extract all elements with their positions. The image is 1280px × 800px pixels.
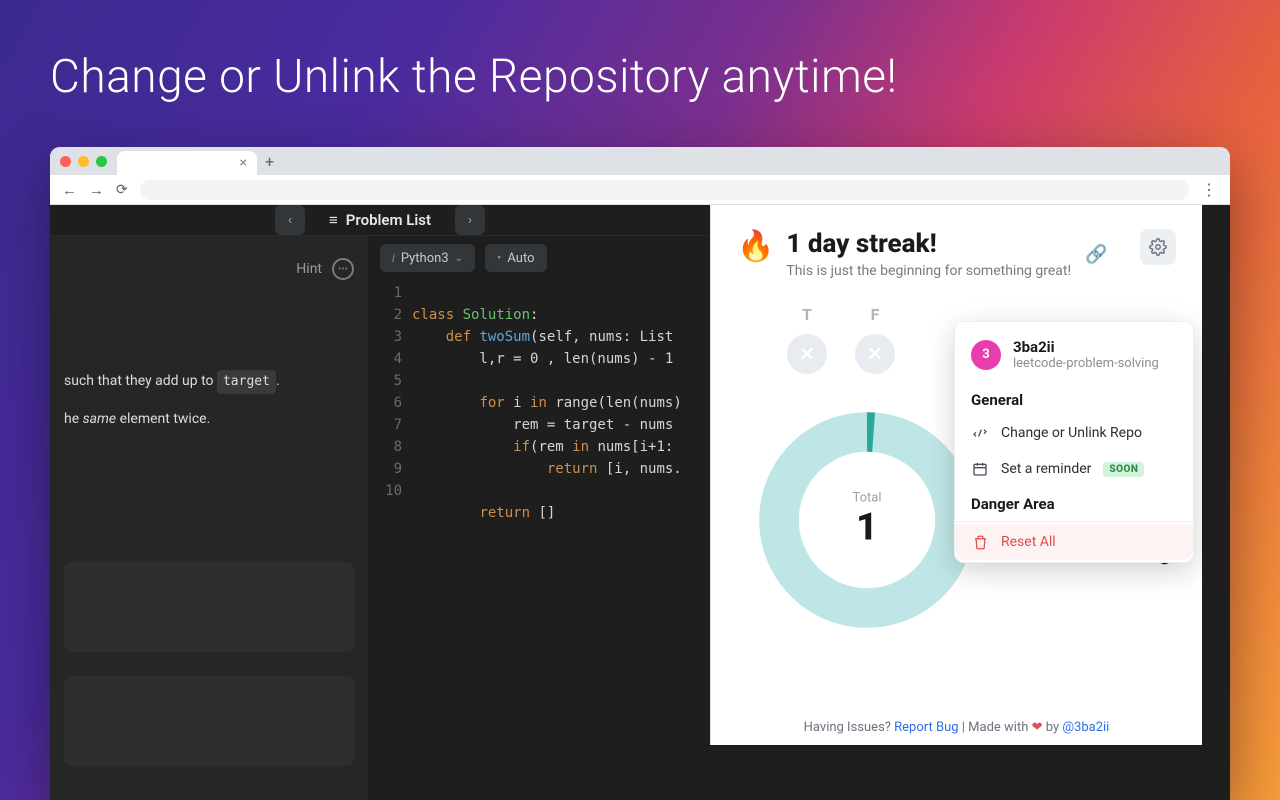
extension-panel: 🔥 1 day streak! This is just the beginni… xyxy=(710,205,1202,745)
browser-window: × + ← → ⟳ ⋮ ‹ ≡ Problem List › xyxy=(50,147,1230,800)
next-problem-button[interactable]: › xyxy=(455,205,485,235)
day-status-icon: ✕ xyxy=(855,334,895,374)
day-column: F ✕ xyxy=(855,305,895,374)
donut-value: 1 xyxy=(852,506,881,550)
chevron-down-icon: ⌄ xyxy=(455,253,463,264)
forward-button[interactable]: → xyxy=(89,181,104,199)
example-block xyxy=(64,562,354,652)
leetcode-pane: ‹ ≡ Problem List › Hint ••• such xyxy=(50,205,710,800)
footer-text: | Made with xyxy=(959,720,1032,735)
day-column: T ✕ xyxy=(787,305,827,374)
prev-problem-button[interactable]: ‹ xyxy=(275,205,305,235)
footer-text: Having Issues? xyxy=(804,720,895,735)
donut-label: Total xyxy=(852,491,881,506)
line-gutter: 12345678910 xyxy=(368,282,412,800)
code-lines: class Solution: def twoSum(self, nums: L… xyxy=(412,282,710,800)
address-bar[interactable] xyxy=(140,180,1189,200)
minimize-window-icon[interactable] xyxy=(78,156,89,167)
problem-toolbar: ‹ ≡ Problem List › xyxy=(50,205,710,236)
browser-tab[interactable]: × xyxy=(117,151,257,175)
dropdown-section-general: General xyxy=(955,383,1193,415)
dropdown-user-row[interactable]: 3 3ba2ii leetcode-problem-solving xyxy=(955,328,1193,383)
reload-button[interactable]: ⟳ xyxy=(116,182,128,198)
day-label: F xyxy=(871,305,880,324)
set-reminder-item[interactable]: Set a reminder SOON xyxy=(955,451,1193,487)
day-status-icon: ✕ xyxy=(787,334,827,374)
dropdown-section-danger: Danger Area xyxy=(955,487,1193,519)
hint-icon[interactable]: ••• xyxy=(332,258,354,280)
problem-fragment: he xyxy=(64,411,83,427)
link-icon[interactable]: 🔗 xyxy=(1085,244,1107,265)
settings-dropdown: 3 3ba2ii leetcode-problem-solving Genera… xyxy=(954,321,1194,563)
dropdown-divider xyxy=(955,521,1193,522)
code-editor[interactable]: 12345678910 class Solution: def twoSum(s… xyxy=(368,280,710,800)
user-avatar: 3 xyxy=(971,340,1001,370)
panel-footer: Having Issues? Report Bug | Made with ❤ … xyxy=(711,720,1202,735)
list-icon: ≡ xyxy=(329,211,338,229)
progress-donut: Total 1 xyxy=(757,410,977,630)
dropdown-item-label: Change or Unlink Repo xyxy=(1001,425,1142,441)
auto-button[interactable]: • Auto xyxy=(485,244,547,272)
close-window-icon[interactable] xyxy=(60,156,71,167)
problem-description-panel: Hint ••• such that they add up to target… xyxy=(50,236,368,800)
problem-fragment: such that they add up to xyxy=(64,373,217,389)
maximize-window-icon[interactable] xyxy=(96,156,107,167)
streak-title: 1 day streak! xyxy=(786,229,1071,259)
language-selector[interactable]: i Python3 ⌄ xyxy=(380,244,475,272)
chevron-left-icon: ‹ xyxy=(288,213,292,228)
settings-button[interactable] xyxy=(1140,229,1176,265)
soon-badge: SOON xyxy=(1103,462,1144,477)
problem-fragment: element twice. xyxy=(116,411,210,427)
hero-headline: Change or Unlink the Repository anytime! xyxy=(0,0,1280,104)
browser-tab-bar: × + xyxy=(50,147,1230,175)
problem-text: such that they add up to target. he same… xyxy=(64,370,354,432)
language-label: Python3 xyxy=(401,251,449,266)
problem-list-button[interactable]: ≡ Problem List xyxy=(315,205,445,235)
dropdown-item-label: Reset All xyxy=(1001,534,1056,550)
calendar-icon xyxy=(971,461,989,477)
repo-name: leetcode-problem-solving xyxy=(1013,356,1159,371)
footer-text: by xyxy=(1043,720,1063,735)
day-label: T xyxy=(802,305,812,324)
change-unlink-repo-item[interactable]: Change or Unlink Repo xyxy=(955,415,1193,451)
fire-icon: 🔥 xyxy=(737,229,774,264)
info-icon: i xyxy=(392,251,395,265)
username: 3ba2ii xyxy=(1013,338,1159,356)
browser-toolbar: ← → ⟳ ⋮ xyxy=(50,175,1230,205)
gear-icon xyxy=(1149,238,1167,256)
chevron-right-icon: › xyxy=(468,213,472,228)
back-button[interactable]: ← xyxy=(62,181,77,199)
browser-menu-icon[interactable]: ⋮ xyxy=(1201,180,1218,199)
dropdown-item-label: Set a reminder xyxy=(1001,461,1091,477)
code-editor-panel: i Python3 ⌄ • Auto 12345678910 xyxy=(368,236,710,800)
heart-icon: ❤ xyxy=(1032,720,1043,735)
problem-emphasis: same xyxy=(83,411,117,427)
streak-subtitle: This is just the beginning for something… xyxy=(786,263,1071,279)
author-link[interactable]: @3ba2ii xyxy=(1062,720,1109,735)
hint-label: Hint xyxy=(296,261,322,277)
unlink-icon xyxy=(971,425,989,441)
report-bug-link[interactable]: Report Bug xyxy=(894,720,958,735)
reset-all-item[interactable]: Reset All xyxy=(955,524,1193,560)
close-tab-icon[interactable]: × xyxy=(240,155,247,171)
problem-list-label: Problem List xyxy=(346,211,431,229)
new-tab-button[interactable]: + xyxy=(265,152,274,171)
trash-icon xyxy=(971,535,989,550)
window-controls xyxy=(60,156,107,167)
example-block xyxy=(64,676,354,766)
code-literal: target xyxy=(217,370,276,394)
auto-label: Auto xyxy=(507,251,534,266)
